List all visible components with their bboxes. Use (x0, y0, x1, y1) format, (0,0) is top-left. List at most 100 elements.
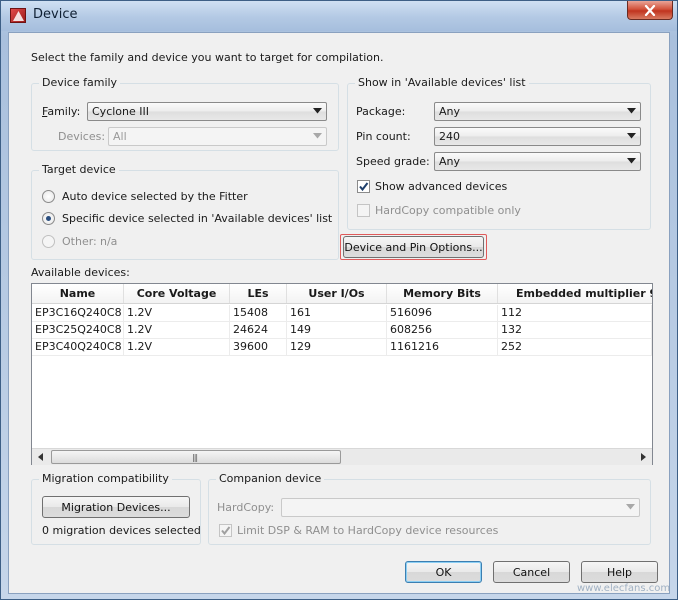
hardcopy-label: HardCopy: (217, 501, 275, 514)
table-cell: 1.2V (124, 322, 230, 339)
scroll-right-button[interactable] (635, 449, 652, 465)
chevron-left-icon (38, 453, 43, 461)
table-cell: 1161216 (387, 339, 498, 356)
speed-grade-combo[interactable]: Any (434, 152, 641, 171)
limit-dsp-ram-label: Limit DSP & RAM to HardCopy device resou… (237, 524, 499, 537)
show-advanced-label: Show advanced devices (375, 180, 508, 193)
help-button[interactable]: Help (581, 561, 658, 583)
auto-device-radio[interactable] (42, 190, 55, 203)
companion-legend: Companion device (216, 472, 325, 485)
table-cell: 161 (287, 305, 387, 322)
ok-button[interactable]: OK (405, 561, 482, 583)
show-filter-group: Show in 'Available devices' list Package… (347, 76, 651, 230)
table-cell: EP3C16Q240C8 (32, 305, 124, 322)
other-value: n/a (100, 235, 118, 248)
column-header[interactable]: User I/Os (287, 284, 387, 303)
checkmark-icon (359, 182, 369, 192)
migration-group: Migration compatibility Migration Device… (31, 472, 201, 545)
hardcopy-compatible-label: HardCopy compatible only (375, 204, 521, 217)
device-dialog: Device Select the family and device you … (0, 0, 678, 600)
auto-device-label: Auto device selected by the Fitter (62, 190, 248, 203)
column-header[interactable]: Memory Bits (387, 284, 498, 303)
chevron-down-icon (627, 133, 636, 139)
family-label-text: amily: (47, 105, 81, 118)
devices-combo[interactable]: All (108, 127, 327, 146)
target-device-group: Target device Auto device selected by th… (31, 163, 339, 260)
title-bar[interactable]: Device (1, 1, 677, 31)
pincount-combo[interactable]: 240 (434, 127, 641, 146)
hardcopy-compatible-checkbox[interactable] (357, 204, 370, 217)
speed-grade-value: Any (439, 155, 461, 168)
table-cell: EP3C40Q240C8 (32, 339, 124, 356)
available-devices-label: Available devices: (31, 266, 130, 279)
package-value: Any (439, 105, 461, 118)
show-filter-legend: Show in 'Available devices' list (355, 76, 529, 89)
column-header[interactable]: Embedded multiplier 9 (498, 284, 652, 303)
table-cell: 149 (287, 322, 387, 339)
close-icon (644, 4, 656, 16)
grip-icon: ||| (192, 453, 198, 462)
intro-text: Select the family and device you want to… (31, 51, 384, 64)
limit-dsp-ram-checkbox[interactable] (219, 524, 232, 537)
table-cell: 608256 (387, 322, 498, 339)
family-combo[interactable]: Cyclone III (87, 102, 327, 121)
table-cell: 252 (498, 339, 652, 356)
table-cell: 129 (287, 339, 387, 356)
speed-grade-label: Speed grade: (356, 155, 430, 168)
show-advanced-checkbox[interactable] (357, 180, 370, 193)
app-icon (10, 8, 26, 23)
package-combo[interactable]: Any (434, 102, 641, 121)
other-label: Other: (62, 235, 97, 248)
table-row[interactable]: EP3C25Q240C8 1.2V 24624 149 608256 132 (32, 322, 652, 339)
pincount-value: 240 (439, 130, 460, 143)
scroll-left-button[interactable] (32, 449, 49, 465)
hardcopy-combo[interactable] (281, 498, 640, 517)
chevron-down-icon (627, 158, 636, 164)
close-button[interactable] (627, 1, 673, 20)
devices-value: All (113, 130, 127, 143)
checkmark-icon (221, 526, 231, 536)
column-header[interactable]: Core Voltage (124, 284, 230, 303)
device-pin-options-button[interactable]: Device and Pin Options... (343, 236, 484, 258)
chevron-down-icon (627, 108, 636, 114)
column-header[interactable]: Name (32, 284, 124, 303)
chevron-down-icon (313, 133, 322, 139)
device-family-legend: Device family (39, 76, 121, 89)
migration-legend: Migration compatibility (39, 472, 172, 485)
cancel-button[interactable]: Cancel (493, 561, 570, 583)
table-cell: 39600 (230, 339, 287, 356)
table-row[interactable]: EP3C16Q240C8 1.2V 15408 161 516096 112 (32, 305, 652, 322)
table-cell: 15408 (230, 305, 287, 322)
available-devices-table[interactable]: Name Core Voltage LEs User I/Os Memory B… (31, 283, 653, 465)
table-header: Name Core Voltage LEs User I/Os Memory B… (32, 284, 652, 304)
table-cell: 24624 (230, 322, 287, 339)
specific-device-radio[interactable] (42, 212, 55, 225)
horizontal-scrollbar[interactable]: ||| (32, 448, 652, 465)
table-cell: 112 (498, 305, 652, 322)
target-device-legend: Target device (39, 163, 119, 176)
specific-device-label: Specific device selected in 'Available d… (62, 212, 333, 225)
table-cell: 132 (498, 322, 652, 339)
companion-group: Companion device HardCopy: Limit DSP & R… (208, 472, 651, 545)
pincount-label: Pin count: (356, 130, 411, 143)
table-cell: EP3C25Q240C8 (32, 322, 124, 339)
column-header[interactable]: LEs (230, 284, 287, 303)
watermark: www.elecfans.com (577, 583, 671, 594)
migration-status: 0 migration devices selected (42, 524, 201, 537)
table-cell: 516096 (387, 305, 498, 322)
table-cell: 1.2V (124, 339, 230, 356)
scrollbar-thumb[interactable]: ||| (51, 450, 341, 464)
dialog-client: Select the family and device you want to… (8, 32, 670, 594)
family-label: Family: (42, 105, 81, 118)
device-family-group: Device family Family: Cyclone III Device… (31, 76, 339, 151)
table-row[interactable]: EP3C40Q240C8 1.2V 39600 129 1161216 252 (32, 339, 652, 356)
family-value: Cyclone III (92, 105, 149, 118)
chevron-down-icon (626, 504, 635, 510)
chevron-right-icon (641, 453, 646, 461)
table-cell: 1.2V (124, 305, 230, 322)
migration-devices-button[interactable]: Migration Devices... (42, 496, 190, 518)
window-title: Device (33, 7, 78, 22)
package-label: Package: (356, 105, 406, 118)
chevron-down-icon (313, 108, 322, 114)
other-device-radio[interactable] (42, 235, 55, 248)
